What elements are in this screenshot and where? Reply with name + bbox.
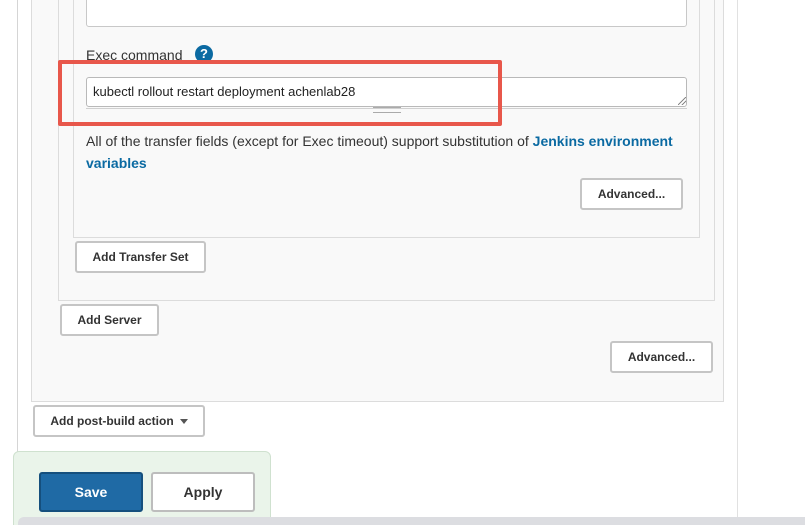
add-transfer-set-button[interactable]: Add Transfer Set bbox=[75, 241, 206, 273]
exec-command-textarea[interactable]: kubectl rollout restart deployment achen… bbox=[86, 77, 687, 107]
add-server-button[interactable]: Add Server bbox=[60, 304, 159, 336]
previous-field-textarea[interactable] bbox=[86, 0, 687, 27]
resize-handle-icon[interactable] bbox=[678, 97, 686, 105]
advanced-transfer-button[interactable]: Advanced... bbox=[580, 178, 683, 210]
substitution-info-text: All of the transfer fields (except for E… bbox=[86, 133, 533, 149]
exec-command-label: Exec command bbox=[86, 47, 183, 63]
add-post-build-action-button[interactable]: Add post-build action bbox=[33, 405, 205, 437]
substitution-info: All of the transfer fields (except for E… bbox=[86, 130, 686, 174]
apply-button[interactable]: Apply bbox=[151, 472, 255, 512]
page-divider-left bbox=[17, 0, 18, 455]
page-divider-right bbox=[737, 0, 738, 525]
horizontal-scrollbar[interactable] bbox=[18, 517, 805, 525]
save-button[interactable]: Save bbox=[39, 472, 143, 512]
help-icon[interactable]: ? bbox=[195, 45, 213, 63]
jenkins-config-page: Exec command ? kubectl rollout restart d… bbox=[0, 0, 805, 525]
advanced-server-button[interactable]: Advanced... bbox=[610, 341, 713, 373]
dropdown-caret-icon bbox=[179, 419, 188, 425]
textarea-expander-grip[interactable] bbox=[373, 107, 401, 113]
add-post-build-action-label: Add post-build action bbox=[50, 414, 174, 428]
